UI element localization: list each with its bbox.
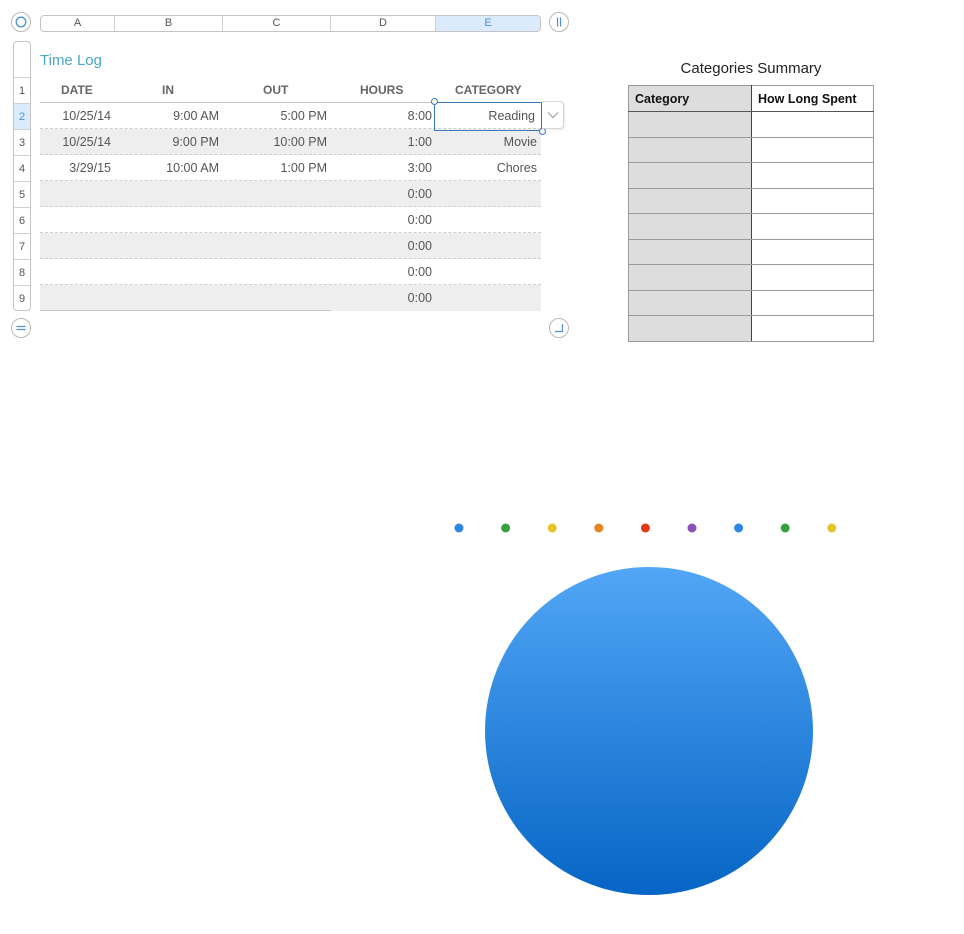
legend-swatch[interactable] (780, 523, 790, 533)
legend-swatch[interactable] (827, 523, 837, 533)
legend-swatch[interactable] (501, 523, 511, 533)
legend-swatch[interactable] (594, 523, 604, 533)
pie-slice[interactable] (485, 567, 813, 895)
legend-swatch[interactable] (547, 523, 557, 533)
pie-slices (485, 567, 813, 895)
legend-swatch[interactable] (734, 523, 744, 533)
legend-swatch[interactable] (640, 523, 650, 533)
chart-legend (454, 523, 837, 533)
legend-swatch[interactable] (687, 523, 697, 533)
pie-chart[interactable] (0, 0, 964, 934)
legend-swatch[interactable] (454, 523, 464, 533)
